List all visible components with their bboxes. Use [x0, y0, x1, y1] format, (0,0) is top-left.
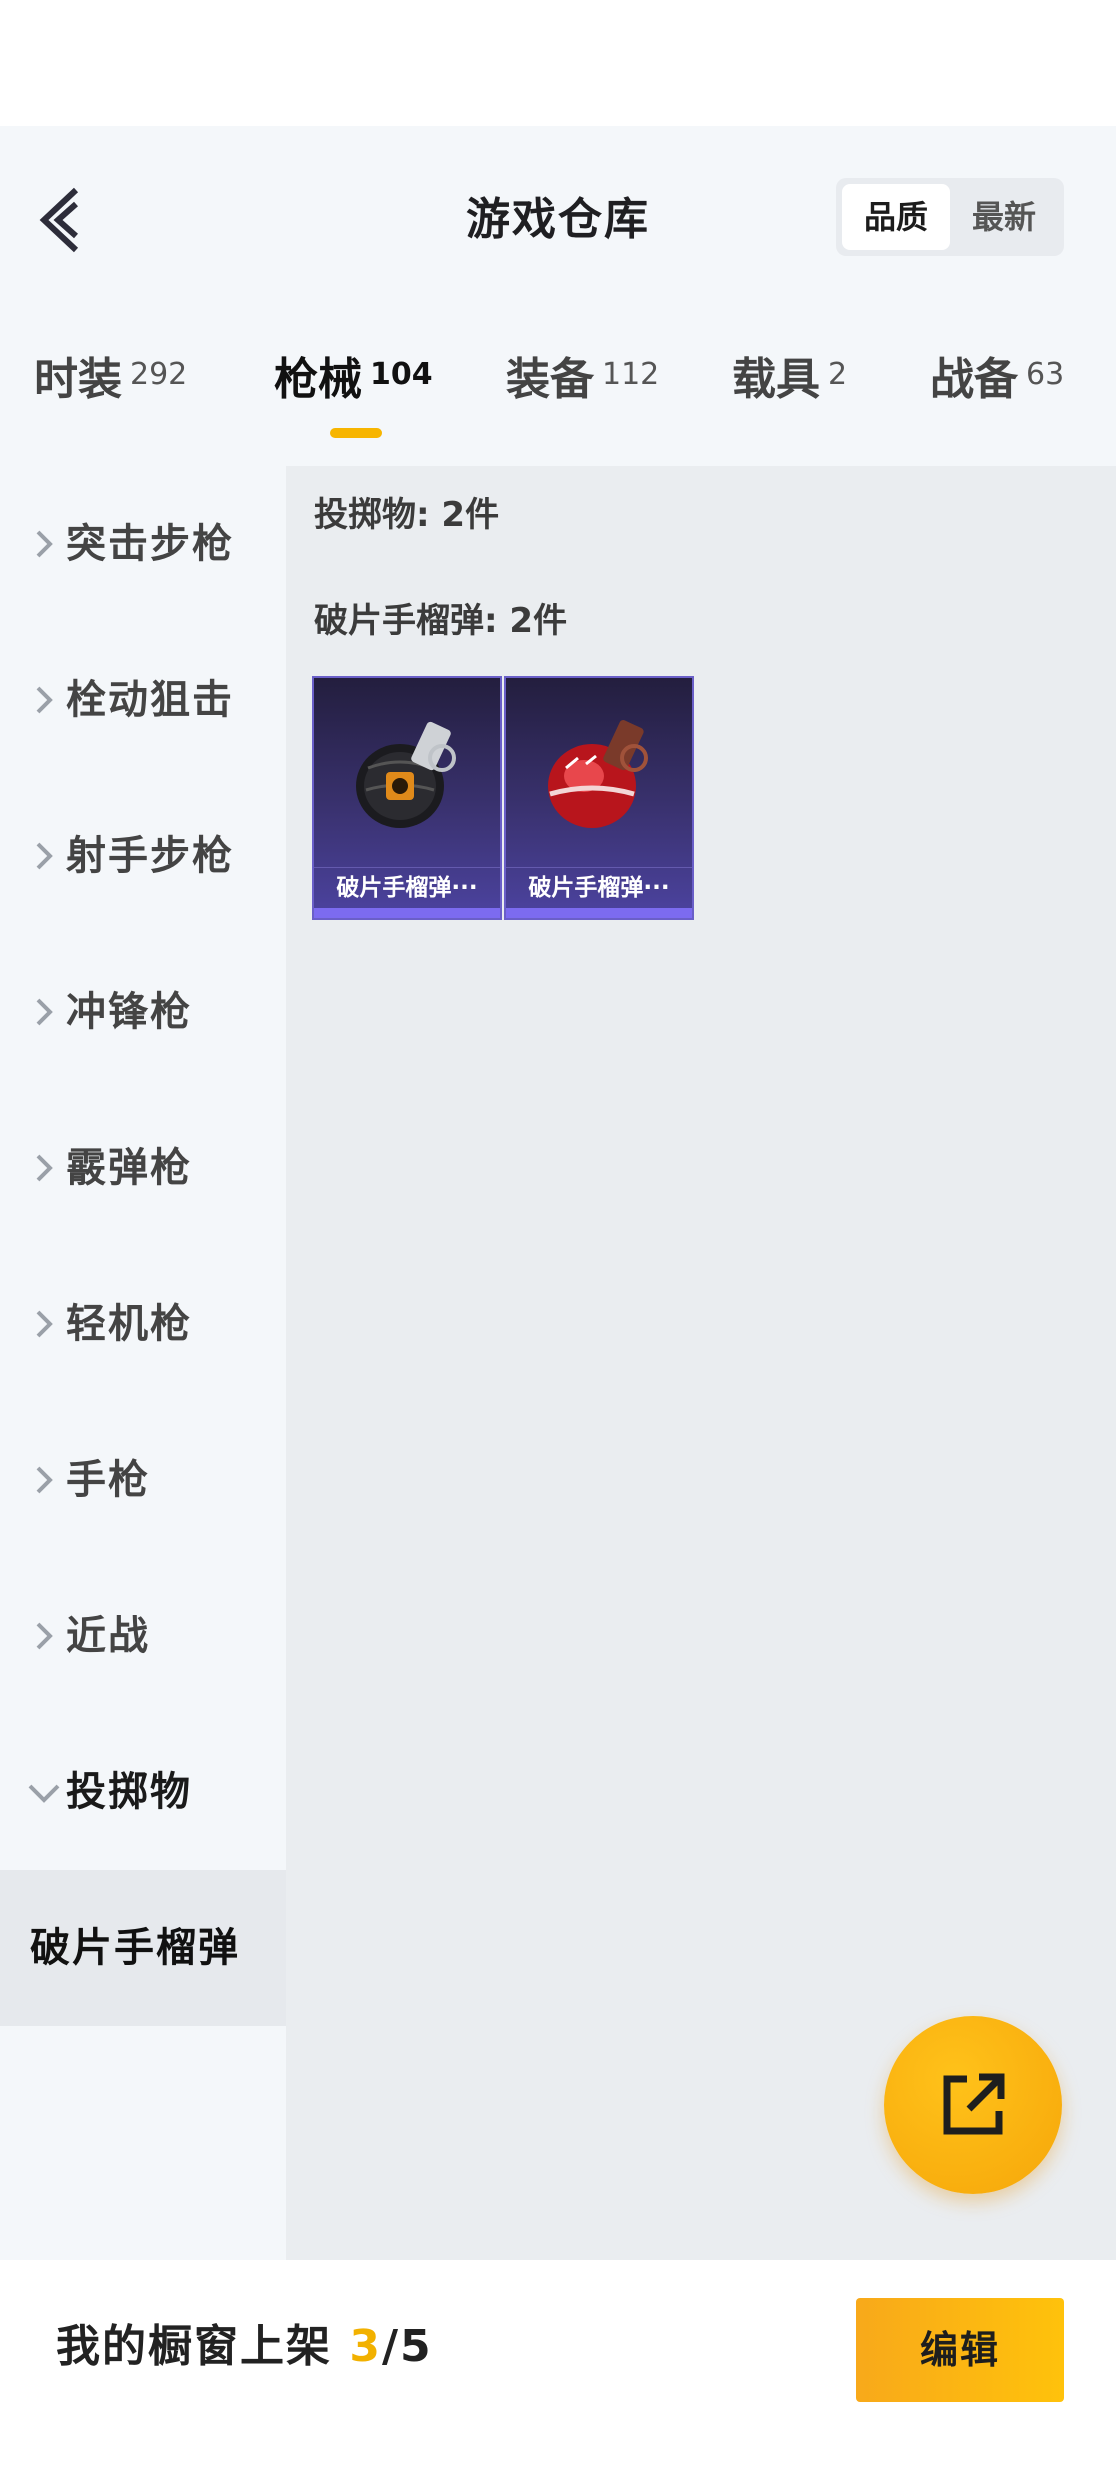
quality-stripe [314, 908, 500, 918]
tab-label: 战备 [930, 354, 1018, 405]
red-grenade-icon [548, 720, 648, 828]
sidebar-item-label: 冲锋枪 [66, 989, 192, 1035]
sidebar-item-label: 射手步枪 [66, 833, 234, 879]
chevron-right-icon [36, 1622, 53, 1650]
chevron-right-icon [36, 998, 53, 1026]
sidebar-item-label: 栓动狙击 [66, 677, 234, 723]
item-name: 破片手榴弹··· [528, 875, 670, 901]
category-sidebar: 突击步枪 栓动狙击 射手步枪 冲锋枪 霰弹枪 轻机枪 手枪 近战 投掷物 破片手… [0, 466, 286, 2260]
item-name: 破片手榴弹··· [336, 875, 478, 901]
sidebar-item-shotgun[interactable]: 霰弹枪 [0, 1090, 286, 1246]
sidebar-item-label: 霰弹枪 [66, 1145, 192, 1191]
sidebar-item-smg[interactable]: 冲锋枪 [0, 934, 286, 1090]
tab-equipment[interactable]: 装备 112 [506, 340, 659, 420]
tab-count: 112 [602, 357, 660, 392]
showcase-status: 我的橱窗上架 3/5 [56, 2310, 433, 2384]
chevron-right-icon [36, 842, 53, 870]
tab-label: 枪械 [274, 354, 362, 405]
tab-count: 104 [370, 357, 433, 392]
item-card[interactable]: 破片手榴弹··· [504, 676, 694, 920]
tab-vehicles[interactable]: 载具 2 [732, 340, 847, 420]
showcase-label: 我的橱窗上架 [56, 2321, 332, 2372]
quality-stripe [506, 908, 692, 918]
subcategory-title: 破片手榴弹: 2件 [314, 601, 568, 641]
sidebar-subitem-frag-grenade[interactable]: 破片手榴弹 [0, 1870, 286, 2026]
sidebar-item-label: 手枪 [66, 1457, 150, 1503]
chevron-right-icon [36, 530, 53, 558]
sort-toggle: 品质 最新 [836, 178, 1064, 256]
sidebar-item-label: 投掷物 [66, 1769, 192, 1815]
sidebar-item-lmg[interactable]: 轻机枪 [0, 1246, 286, 1402]
tab-fashion[interactable]: 时装 292 [34, 340, 187, 420]
tab-count: 292 [130, 357, 188, 392]
sidebar-item-label: 轻机枪 [66, 1301, 192, 1347]
tab-count: 2 [828, 357, 848, 392]
chevron-right-icon [36, 1466, 53, 1494]
tab-label: 载具 [732, 354, 820, 405]
status-bar [0, 0, 1116, 126]
tab-label: 装备 [506, 354, 594, 405]
sidebar-item-bolt-sniper[interactable]: 栓动狙击 [0, 622, 286, 778]
share-button[interactable] [884, 2016, 1062, 2194]
sort-newest-button[interactable]: 最新 [950, 184, 1058, 250]
tab-count: 63 [1026, 357, 1065, 392]
black-grenade-icon [356, 721, 456, 828]
chevron-right-icon [36, 1310, 53, 1338]
sidebar-item-assault-rifle[interactable]: 突击步枪 [0, 466, 286, 622]
sort-quality-button[interactable]: 品质 [842, 184, 950, 250]
share-external-icon [943, 2073, 1005, 2135]
chevron-right-icon [36, 686, 53, 714]
sidebar-subitem-label: 破片手榴弹 [30, 1925, 240, 1971]
chevron-right-icon [36, 1154, 53, 1182]
tab-gear[interactable]: 战备 63 [930, 340, 1064, 420]
chevron-down-icon [28, 1784, 60, 1803]
sidebar-item-marksman-rifle[interactable]: 射手步枪 [0, 778, 286, 934]
sidebar-item-melee[interactable]: 近战 [0, 1558, 286, 1714]
tab-firearms[interactable]: 枪械 104 [274, 340, 433, 420]
sidebar-item-throwables[interactable]: 投掷物 [0, 1714, 286, 1870]
category-title: 投掷物: 2件 [314, 495, 500, 535]
showcase-total: /5 [381, 2321, 433, 2372]
edit-button[interactable]: 编辑 [856, 2298, 1064, 2402]
item-card[interactable]: 破片手榴弹··· [312, 676, 502, 920]
active-tab-indicator [330, 428, 382, 438]
sidebar-item-pistol[interactable]: 手枪 [0, 1402, 286, 1558]
sidebar-item-label: 近战 [66, 1613, 150, 1659]
sidebar-item-label: 突击步枪 [66, 521, 234, 567]
showcase-current-count: 3 [349, 2321, 382, 2372]
tab-label: 时装 [34, 354, 122, 405]
